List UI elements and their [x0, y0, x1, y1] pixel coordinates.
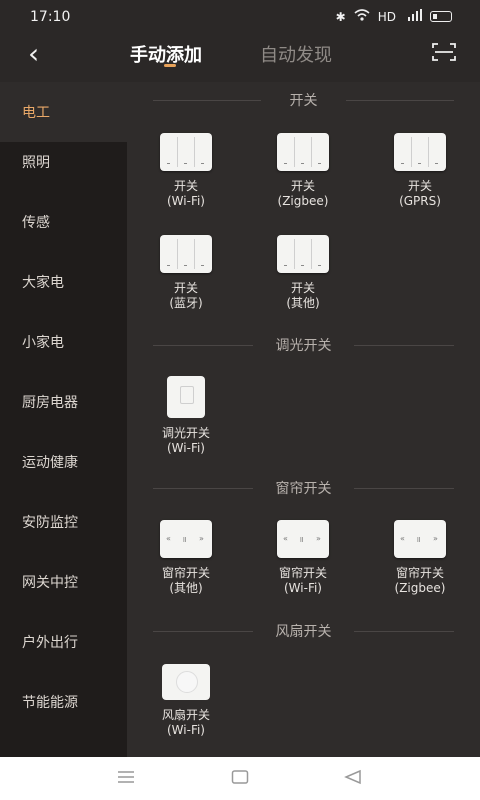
status-indicators: ✱ HD — [336, 9, 452, 24]
curtain-switch-icon: « ॥ » — [277, 520, 329, 558]
sidebar-item-major-appliances[interactable]: 大家电 — [0, 252, 127, 312]
device-name: 开关 — [407, 179, 432, 193]
back-triangle-icon[interactable] — [344, 769, 362, 789]
device-name: 开关 — [173, 281, 198, 295]
device-protocol: (Zigbee) — [394, 581, 446, 595]
device-name: 窗帘开关 — [161, 566, 210, 580]
sidebar-item-fitness[interactable]: 运动健康 — [0, 432, 127, 492]
device-protocol: (GPRS) — [399, 194, 441, 208]
wifi-icon — [354, 9, 370, 24]
switch-icon — [394, 133, 446, 171]
status-bar: 17:10 ✱ HD — [0, 0, 480, 34]
device-curtain-wifi[interactable]: « ॥ » 窗帘开关 (Wi-Fi) — [253, 520, 353, 596]
device-protocol: (其他) — [169, 581, 203, 595]
device-name: 窗帘开关 — [395, 566, 444, 580]
device-protocol: (Zigbee) — [277, 194, 329, 208]
device-switch-gprs[interactable]: 开关 (GPRS) — [370, 133, 470, 209]
curtain-switch-icon: « ॥ » — [394, 520, 446, 558]
device-name: 风扇开关 — [161, 708, 210, 722]
sidebar-item-small-appliances[interactable]: 小家电 — [0, 312, 127, 372]
section-title-curtain: 窗帘开关 — [127, 478, 480, 498]
device-protocol: (Wi-Fi) — [167, 723, 205, 737]
system-navigation-bar — [0, 757, 480, 800]
status-time: 17:10 — [30, 9, 71, 25]
device-protocol: (其他) — [286, 296, 320, 310]
device-name: 窗帘开关 — [278, 566, 327, 580]
switch-icon — [277, 235, 329, 273]
device-switch-wifi[interactable]: 开关 (Wi-Fi) — [136, 133, 236, 209]
menu-icon[interactable] — [117, 769, 135, 789]
device-name: 开关 — [290, 179, 315, 193]
hd-label: HD — [377, 9, 396, 24]
curtain-switch-icon: « ॥ » — [160, 520, 212, 558]
section-title-fan: 风扇开关 — [127, 621, 480, 641]
scan-icon[interactable] — [432, 42, 456, 62]
device-name: 开关 — [173, 179, 198, 193]
device-switch-bluetooth[interactable]: 开关 (蓝牙) — [136, 235, 236, 311]
sidebar-item-gateway[interactable]: 网关中控 — [0, 552, 127, 612]
switch-icon — [160, 235, 212, 273]
section-title-dimmer: 调光开关 — [127, 335, 480, 355]
sidebar-item-outdoor[interactable]: 户外出行 — [0, 612, 127, 672]
sidebar-item-sensor[interactable]: 传感 — [0, 192, 127, 252]
device-protocol: (Wi-Fi) — [284, 581, 322, 595]
device-protocol: (Wi-Fi) — [167, 441, 205, 455]
device-list: 开关 开关 (Wi-Fi) 开关 (Zigbee) 开关 (GPRS) 开关 (… — [127, 82, 480, 757]
bluetooth-icon: ✱ — [335, 9, 346, 24]
section-title-switch: 开关 — [127, 90, 480, 110]
signal-icon — [404, 9, 422, 24]
device-name: 开关 — [290, 281, 315, 295]
switch-icon — [160, 133, 212, 171]
home-icon[interactable] — [231, 769, 249, 789]
sidebar-item-security[interactable]: 安防监控 — [0, 492, 127, 552]
device-protocol: (Wi-Fi) — [167, 194, 205, 208]
device-name: 调光开关 — [161, 426, 210, 440]
tab-auto-discover[interactable]: 自动发现 — [260, 41, 332, 67]
sidebar-item-energy[interactable]: 节能能源 — [0, 672, 127, 732]
device-protocol: (蓝牙) — [169, 296, 203, 310]
dimmer-switch-icon — [167, 376, 205, 418]
device-switch-other[interactable]: 开关 (其他) — [253, 235, 353, 311]
sidebar-item-kitchen[interactable]: 厨房电器 — [0, 372, 127, 432]
back-arrow-icon[interactable]: ‹ — [28, 40, 39, 68]
category-sidebar: 电工 照明 传感 大家电 小家电 厨房电器 运动健康 安防监控 网关中控 户外出… — [0, 82, 127, 757]
top-navigation: ‹ 手动添加 自动发现 — [0, 34, 480, 82]
device-dimmer-wifi[interactable]: 调光开关 (Wi-Fi) — [136, 376, 236, 456]
battery-icon — [430, 11, 452, 22]
device-switch-zigbee[interactable]: 开关 (Zigbee) — [253, 133, 353, 209]
fan-switch-icon — [162, 664, 210, 700]
device-curtain-other[interactable]: « ॥ » 窗帘开关 (其他) — [136, 520, 236, 596]
sidebar-item-lighting[interactable]: 照明 — [0, 132, 127, 192]
switch-icon — [277, 133, 329, 171]
device-fan-wifi[interactable]: 风扇开关 (Wi-Fi) — [136, 664, 236, 738]
tab-active-indicator — [164, 64, 176, 67]
device-curtain-zigbee[interactable]: « ॥ » 窗帘开关 (Zigbee) — [370, 520, 470, 596]
